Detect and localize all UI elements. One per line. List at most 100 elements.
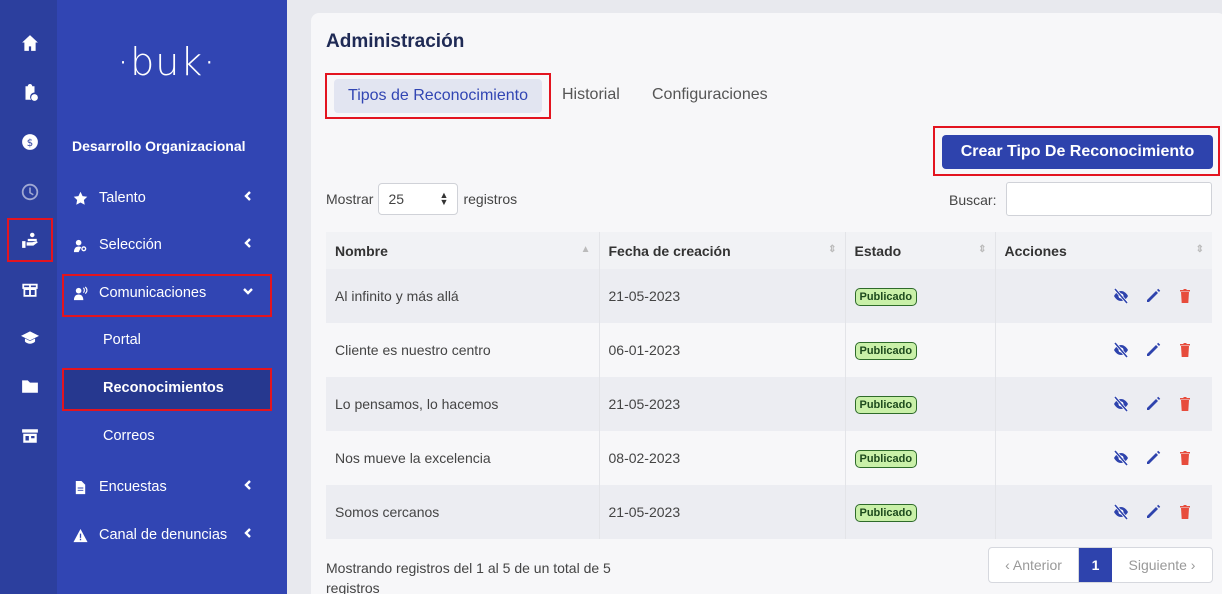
search-input[interactable] xyxy=(1006,182,1212,216)
home-icon[interactable] xyxy=(14,27,46,59)
cell-name: Nos mueve la excelencia xyxy=(326,431,600,485)
hand-holding-people-icon[interactable] xyxy=(7,218,53,262)
delete-trash-icon[interactable] xyxy=(1176,449,1194,467)
store-icon[interactable] xyxy=(14,420,46,452)
warning-icon xyxy=(72,527,88,543)
sidebar-item-label: Comunicaciones xyxy=(99,285,207,301)
cell-date: 21-05-2023 xyxy=(599,485,846,539)
graduation-cap-icon[interactable] xyxy=(14,321,46,353)
column-header-estado[interactable]: Estado ⇕ xyxy=(845,232,996,269)
chevron-left-icon xyxy=(242,527,258,543)
cell-name: Lo pensamos, lo hacemos xyxy=(326,377,600,431)
submenu-reconocimientos[interactable]: Reconocimientos xyxy=(103,380,224,396)
unpublish-icon[interactable] xyxy=(1112,287,1130,305)
cell-actions xyxy=(995,377,1212,431)
submenu-portal[interactable]: Portal xyxy=(103,332,141,348)
dollar-coin-icon[interactable]: $ xyxy=(14,126,46,158)
next-page-button[interactable]: Siguiente › xyxy=(1112,548,1212,582)
clock-icon[interactable] xyxy=(14,176,46,208)
cell-actions xyxy=(995,269,1212,323)
sidebar-item-seleccion[interactable]: Selección xyxy=(72,233,272,257)
page-length-value: 25 xyxy=(388,191,405,207)
delete-trash-icon[interactable] xyxy=(1176,503,1194,521)
sidebar-item-encuestas[interactable]: Encuestas xyxy=(72,475,272,499)
cell-status: Publicado xyxy=(845,323,996,377)
sort-icon: ⇕ xyxy=(828,244,837,255)
status-badge: Publicado xyxy=(854,503,918,522)
sidebar-item-talento[interactable]: Talento xyxy=(72,186,272,210)
edit-pencil-icon[interactable] xyxy=(1144,449,1162,467)
create-recognition-type-button[interactable]: Crear Tipo De Reconocimiento xyxy=(942,135,1213,169)
table-row: Somos cercanos 21-05-2023 Publicado xyxy=(326,485,1212,539)
table-row: Al infinito y más allá 21-05-2023 Publicad… xyxy=(326,269,1212,323)
status-badge: Publicado xyxy=(854,395,918,414)
user-search-icon xyxy=(72,237,88,253)
page-title: Administración xyxy=(326,31,465,52)
unpublish-icon[interactable] xyxy=(1112,449,1130,467)
edit-pencil-icon[interactable] xyxy=(1144,503,1162,521)
table-info: Mostrando registros del 1 al 5 de un tot… xyxy=(326,560,611,594)
sidebar-item-label: Canal de denuncias xyxy=(99,527,228,543)
column-label: Estado xyxy=(854,242,902,259)
chevron-down-icon xyxy=(242,285,258,301)
chevron-left-icon xyxy=(242,237,258,253)
cell-status: Publicado xyxy=(845,485,996,539)
sidebar-item-label: Talento xyxy=(99,190,146,206)
delete-trash-icon[interactable] xyxy=(1176,395,1194,413)
table-row: Cliente es nuestro centro 06-01-2023 Publi… xyxy=(326,323,1212,377)
unpublish-icon[interactable] xyxy=(1112,503,1130,521)
clipboard-clock-icon[interactable] xyxy=(14,77,46,109)
delete-trash-icon[interactable] xyxy=(1176,287,1194,305)
sidebar-item-comunicaciones[interactable]: Comunicaciones xyxy=(72,281,272,305)
edit-pencil-icon[interactable] xyxy=(1144,395,1162,413)
sidebar-item-label: Encuestas xyxy=(99,479,167,495)
submenu-correos[interactable]: Correos xyxy=(103,428,155,444)
column-header-nombre[interactable]: Nombre ▲ xyxy=(326,232,600,269)
pagination: ‹ Anterior 1 Siguiente › xyxy=(988,547,1213,583)
page-length-select[interactable]: 25 ▲ ▼ xyxy=(378,183,459,215)
tab-configuraciones[interactable]: Configuraciones xyxy=(652,86,768,104)
star-icon xyxy=(72,190,88,206)
gift-icon[interactable] xyxy=(14,272,46,304)
page-1-button[interactable]: 1 xyxy=(1079,548,1112,582)
page-length-control: Mostrar 25 ▲ ▼ registros xyxy=(326,183,517,215)
highlight-box: Crear Tipo De Reconocimiento xyxy=(933,126,1220,176)
section-title: Desarrollo Organizacional xyxy=(72,138,246,154)
folder-icon[interactable] xyxy=(14,370,46,402)
cell-status: Publicado xyxy=(845,377,996,431)
chevron-left-icon xyxy=(242,479,258,495)
show-label: Mostrar xyxy=(326,191,374,207)
recognition-types-table: Nombre ▲ Fecha de creación ⇕ Estado ⇕ Accio… xyxy=(326,232,1212,539)
records-label: registros xyxy=(463,191,518,207)
previous-page-button[interactable]: ‹ Anterior xyxy=(989,548,1079,582)
cell-date: 08-02-2023 xyxy=(599,431,846,485)
edit-pencil-icon[interactable] xyxy=(1144,287,1162,305)
delete-trash-icon[interactable] xyxy=(1176,341,1194,359)
sidebar: ·buk· Desarrollo Organizacional Talento … xyxy=(57,0,287,594)
unpublish-icon[interactable] xyxy=(1112,341,1130,359)
table-row: Nos mueve la excelencia 08-02-2023 Publica… xyxy=(326,431,1212,485)
cell-actions xyxy=(995,323,1212,377)
cell-date: 21-05-2023 xyxy=(599,269,846,323)
sort-asc-icon: ▲ xyxy=(580,244,591,255)
status-badge: Publicado xyxy=(854,449,918,468)
column-header-acciones[interactable]: Acciones ⇕ xyxy=(995,232,1212,269)
status-badge: Publicado xyxy=(854,287,918,306)
tab-tipos-reconocimiento[interactable]: Tipos de Reconocimiento xyxy=(325,73,551,119)
cell-status: Publicado xyxy=(845,431,996,485)
sort-updown-icon: ▲ ▼ xyxy=(439,190,449,207)
cell-name: Al infinito y más allá xyxy=(326,269,600,323)
buk-logo: ·buk· xyxy=(117,40,217,84)
user-voice-icon xyxy=(72,285,88,301)
unpublish-icon[interactable] xyxy=(1112,395,1130,413)
table-row: Lo pensamos, lo hacemos 21-05-2023 Publica… xyxy=(326,377,1212,431)
cell-actions xyxy=(995,431,1212,485)
column-label: Acciones xyxy=(1004,242,1067,259)
column-header-fecha[interactable]: Fecha de creación ⇕ xyxy=(599,232,846,269)
document-icon xyxy=(72,479,88,495)
edit-pencil-icon[interactable] xyxy=(1144,341,1162,359)
icon-rail: $ xyxy=(0,0,57,594)
sidebar-item-canal-denuncias[interactable]: Canal de denuncias xyxy=(72,523,272,547)
cell-name: Cliente es nuestro centro xyxy=(326,323,600,377)
tab-historial[interactable]: Historial xyxy=(562,86,620,104)
